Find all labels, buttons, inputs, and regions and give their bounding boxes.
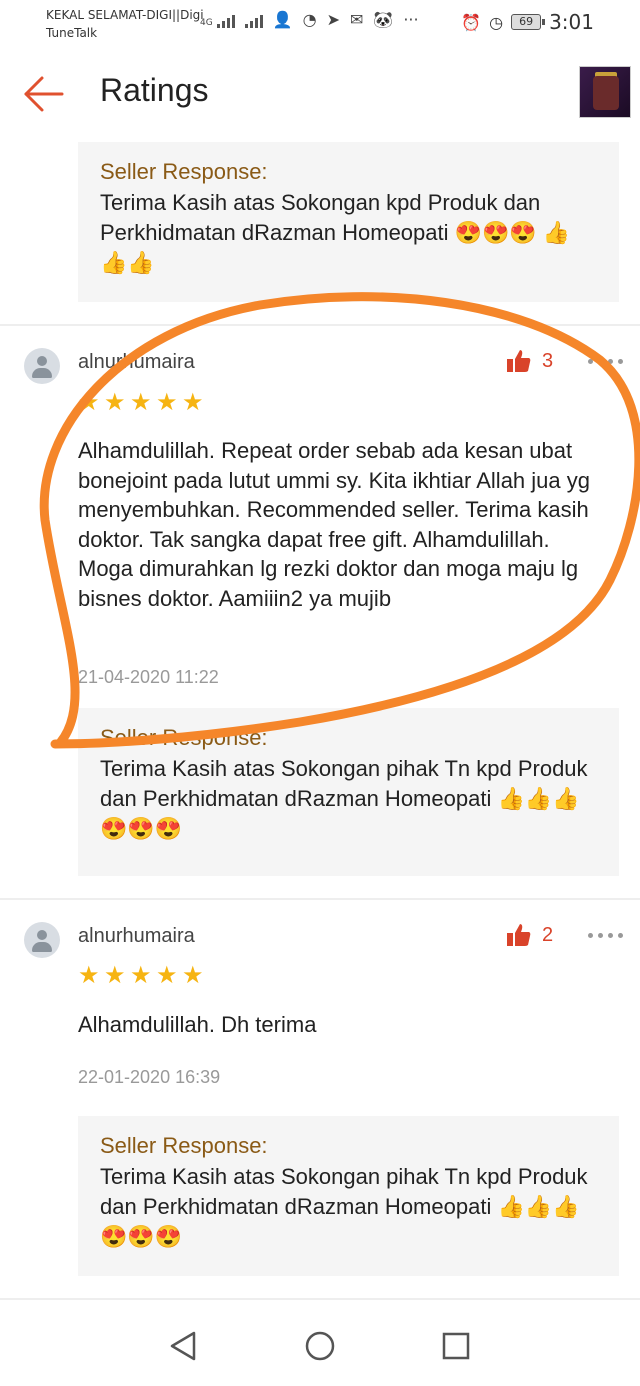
seller-response-label: Seller Response: (100, 159, 268, 184)
battery-icon: 69 (511, 14, 546, 30)
seller-response-label: Seller Response: (100, 1133, 268, 1158)
star-icon: ★ (156, 388, 178, 416)
network-type: 4G (200, 17, 213, 28)
review-date: 22-01-2020 16:39 (78, 1067, 221, 1087)
whatsapp-icon: ◔ (302, 10, 317, 29)
seller-response-box: Seller Response: Terima Kasih atas Sokon… (78, 1116, 619, 1276)
star-icon: ★ (78, 961, 100, 989)
star-icon: ★ (182, 961, 204, 989)
seller-response-box: Seller Response: Terima Kasih atas Sokon… (78, 708, 619, 876)
carrier-info: KEKAL SELAMAT-DIGI||Digi TuneTalk (46, 6, 204, 42)
review-date: 21-04-2020 11:22 (78, 667, 219, 687)
star-icon: ★ (130, 388, 152, 416)
review-username: alnurhumaira (78, 925, 195, 947)
more-dots-icon[interactable] (588, 359, 623, 364)
product-thumbnail[interactable] (579, 66, 631, 118)
signal-icon: 4G (200, 12, 235, 28)
status-icons: 4G 👤 ◔ ➤ ✉ 🐼 ··· (200, 10, 419, 29)
back-arrow-icon[interactable] (22, 72, 66, 116)
divider (0, 324, 640, 326)
page-title: Ratings (100, 72, 209, 108)
thumbs-up-icon (507, 350, 531, 372)
alarm-icon: ⏰ (461, 12, 482, 32)
system-nav-bar (0, 1300, 640, 1386)
star-icon: ★ (156, 961, 178, 989)
like-count: 2 (542, 923, 554, 946)
star-rating: ★ ★ ★ ★ ★ (78, 388, 204, 416)
square-recents-icon[interactable] (436, 1326, 476, 1366)
signal-icon-2 (244, 12, 263, 28)
speed-icon: ◷ (489, 12, 504, 32)
seller-response-box: Seller Response: Terima Kasih atas Sokon… (78, 142, 619, 302)
seller-response-text: Terima Kasih atas Sokongan pihak Tn kpd … (100, 1164, 588, 1249)
more-dots-icon[interactable] (588, 933, 623, 938)
like-button[interactable]: 2 (506, 922, 553, 948)
seller-response-label: Seller Response: (100, 725, 268, 750)
status-bar: KEKAL SELAMAT-DIGI||Digi TuneTalk 4G 👤 ◔… (0, 0, 640, 48)
like-count: 3 (542, 349, 554, 372)
clock: 3:01 (549, 10, 594, 34)
star-icon: ★ (182, 388, 204, 416)
app-header: Ratings (0, 48, 640, 138)
star-icon: ★ (130, 961, 152, 989)
circle-home-icon[interactable] (300, 1326, 340, 1366)
avatar[interactable] (24, 922, 60, 958)
star-icon: ★ (104, 961, 126, 989)
carrier-secondary: TuneTalk (46, 26, 98, 40)
mail-icon: ✉ (350, 10, 364, 29)
divider (0, 898, 640, 900)
avatar[interactable] (24, 348, 60, 384)
star-rating: ★ ★ ★ ★ ★ (78, 961, 204, 989)
star-icon: ★ (78, 388, 100, 416)
panda-icon: 🐼 (373, 10, 394, 29)
seller-response-text: Terima Kasih atas Sokongan pihak Tn kpd … (100, 756, 588, 841)
like-button[interactable]: 3 (506, 348, 553, 374)
add-contact-icon: 👤 (272, 10, 293, 29)
review-text: Alhamdulillah. Dh terima (78, 1012, 317, 1037)
more-notifications-icon: ··· (403, 10, 419, 29)
triangle-back-icon[interactable] (164, 1326, 204, 1366)
star-icon: ★ (104, 388, 126, 416)
telegram-icon: ➤ (326, 10, 340, 29)
carrier-name: KEKAL SELAMAT-DIGI||Digi (46, 8, 204, 22)
review-username: alnurhumaira (78, 351, 195, 373)
seller-response-text: Terima Kasih atas Sokongan kpd Produk da… (100, 190, 571, 275)
status-right: ⏰ ◷ 69 3:01 (461, 10, 594, 34)
review-text: Alhamdulillah. Repeat order sebab ada ke… (78, 438, 590, 611)
thumbs-up-icon (507, 924, 531, 946)
